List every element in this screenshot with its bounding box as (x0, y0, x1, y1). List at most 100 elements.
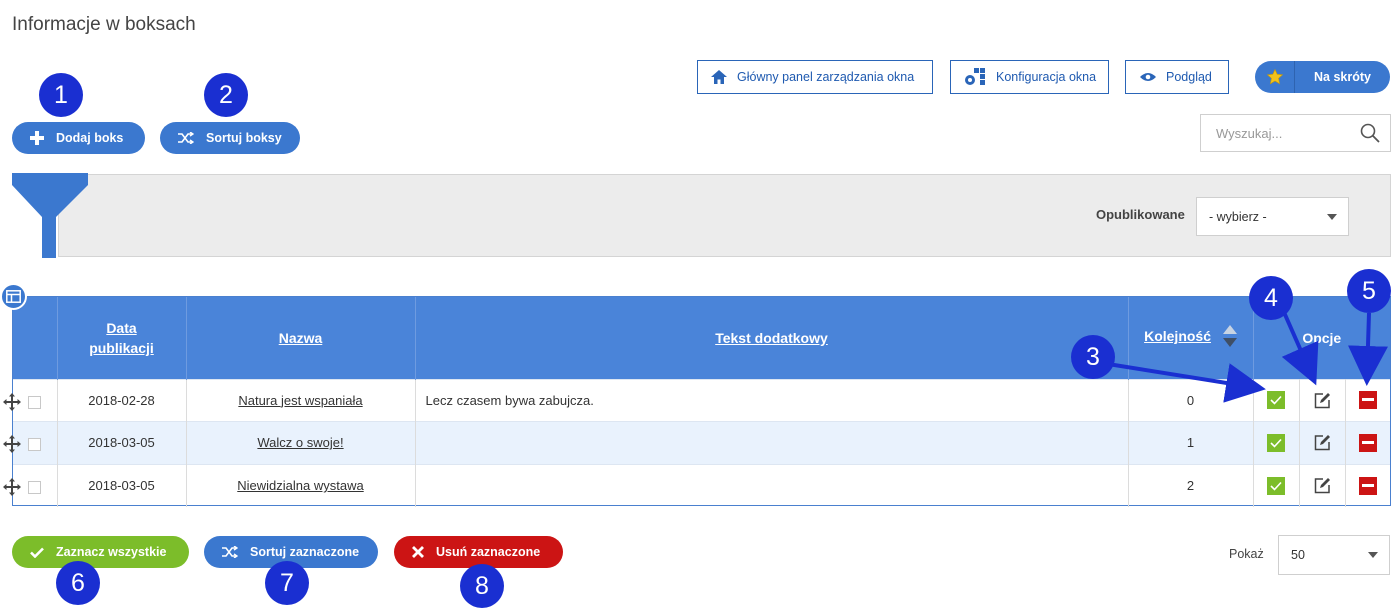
row-name-cell: Natura jest wspaniała (186, 378, 416, 422)
delete-icon[interactable] (1358, 476, 1377, 495)
window-config-button[interactable]: Konfiguracja okna (950, 60, 1109, 94)
select-all-label: Zaznacz wszystkie (56, 545, 167, 559)
delete-cell (1345, 463, 1391, 507)
move-icon[interactable] (3, 477, 21, 499)
sort-boxes-label: Sortuj boksy (206, 131, 282, 145)
row-name-cell: Niewidzialna wystawa (186, 463, 416, 507)
home-icon (711, 70, 727, 84)
publish-cell (1253, 421, 1300, 464)
table-row: 2018-03-05 Walcz o swoje! 1 (3, 421, 1391, 464)
row-select-cell (3, 463, 58, 507)
add-box-button[interactable]: Dodaj boks (12, 122, 145, 154)
row-checkbox[interactable] (28, 438, 41, 451)
column-layout-icon[interactable] (0, 283, 27, 310)
row-name-link[interactable]: Niewidzialna wystawa (237, 478, 363, 493)
published-select-value: - wybierz - (1209, 209, 1267, 224)
preview-button[interactable]: Podgląd (1125, 60, 1229, 94)
funnel-icon (12, 173, 89, 263)
close-icon (412, 546, 424, 558)
move-icon[interactable] (3, 392, 21, 414)
eye-icon (1140, 72, 1156, 82)
sort-boxes-button[interactable]: Sortuj boksy (160, 122, 300, 154)
row-extra-text (415, 421, 1129, 464)
publish-cell (1253, 378, 1300, 422)
row-order: 2 (1128, 463, 1254, 507)
filter-bar (58, 174, 1391, 257)
window-config-label: Konfiguracja okna (996, 70, 1097, 84)
page-size-value: 50 (1291, 548, 1305, 562)
shortcuts-label: Na skróty (1314, 70, 1371, 84)
row-name-link[interactable]: Natura jest wspaniała (238, 393, 362, 408)
page-size-label: Pokaż (1229, 547, 1264, 561)
table-row: 2018-02-28 Natura jest wspaniała Lecz cz… (3, 378, 1391, 422)
checkmark-icon (30, 547, 44, 558)
edit-icon[interactable] (1313, 391, 1331, 409)
page-size-select[interactable]: 50 (1278, 535, 1390, 575)
published-check-icon[interactable] (1267, 391, 1285, 410)
header-name[interactable]: Nazwa (186, 297, 416, 379)
boxes-table: Data publikacji Nazwa Tekst dodatkowy Ko… (3, 296, 1391, 507)
table-header-row: Data publikacji Nazwa Tekst dodatkowy Ko… (13, 297, 1391, 379)
published-filter-label: Opublikowane (1096, 207, 1185, 222)
row-select-cell (3, 421, 58, 464)
sort-selected-label: Sortuj zaznaczone (250, 545, 360, 559)
delete-cell (1345, 378, 1391, 422)
table-row: 2018-03-05 Niewidzialna wystawa 2 (3, 463, 1391, 507)
plus-icon (30, 131, 44, 145)
annotation-badge: 4 (1249, 276, 1293, 320)
row-name-link[interactable]: Walcz o swoje! (257, 435, 343, 450)
published-check-icon[interactable] (1267, 433, 1285, 452)
annotation-badge: 8 (460, 564, 504, 608)
header-order[interactable]: Kolejność (1128, 297, 1254, 379)
edit-icon[interactable] (1313, 477, 1331, 495)
chevron-down-icon (1327, 213, 1337, 220)
star-icon (1255, 61, 1295, 93)
preview-label: Podgląd (1166, 70, 1212, 84)
row-date: 2018-03-05 (57, 421, 187, 464)
sort-arrows-icon[interactable] (1222, 325, 1237, 350)
annotation-badge: 6 (56, 561, 100, 605)
shuffle-icon (222, 546, 238, 558)
select-all-button[interactable]: Zaznacz wszystkie (12, 536, 189, 568)
search-input[interactable] (1216, 125, 1356, 141)
row-name-cell: Walcz o swoje! (186, 421, 416, 464)
row-date: 2018-02-28 (57, 378, 187, 422)
row-order: 1 (1128, 421, 1254, 464)
annotation-badge: 7 (265, 561, 309, 605)
header-date[interactable]: Data publikacji (57, 297, 187, 379)
edit-icon[interactable] (1313, 434, 1331, 452)
main-panel-button[interactable]: Główny panel zarządzania okna (697, 60, 933, 94)
edit-cell (1299, 463, 1346, 507)
row-checkbox[interactable] (28, 395, 41, 409)
annotation-badge: 2 (204, 73, 248, 117)
search-box (1200, 114, 1391, 152)
published-check-icon[interactable] (1267, 476, 1285, 495)
config-icon (964, 68, 986, 86)
annotation-badge: 5 (1347, 269, 1391, 313)
search-icon[interactable] (1360, 123, 1380, 148)
row-extra-text: Lecz czasem bywa zabujcza. (415, 378, 1129, 422)
move-icon[interactable] (3, 435, 21, 456)
delete-cell (1345, 421, 1391, 464)
annotation-badge: 1 (39, 73, 83, 117)
shuffle-icon (178, 132, 194, 144)
delete-selected-label: Usuń zaznaczone (436, 545, 541, 559)
row-checkbox[interactable] (28, 480, 41, 494)
delete-icon[interactable] (1358, 433, 1377, 452)
chevron-down-icon (1368, 552, 1378, 558)
shortcuts-button[interactable]: Na skróty (1255, 61, 1390, 93)
annotation-badge: 3 (1071, 335, 1115, 379)
header-extra-text[interactable]: Tekst dodatkowy (415, 297, 1129, 379)
add-box-label: Dodaj boks (56, 131, 124, 145)
main-panel-label: Główny panel zarządzania okna (737, 70, 915, 84)
header-select (13, 297, 58, 379)
publish-cell (1253, 463, 1300, 507)
delete-icon[interactable] (1358, 391, 1377, 410)
row-order: 0 (1128, 378, 1254, 422)
edit-cell (1299, 421, 1346, 464)
page-title: Informacje w boksach (12, 14, 196, 35)
edit-cell (1299, 378, 1346, 422)
row-extra-text (415, 463, 1129, 507)
published-select[interactable]: - wybierz - (1196, 197, 1349, 236)
row-select-cell (3, 378, 58, 422)
